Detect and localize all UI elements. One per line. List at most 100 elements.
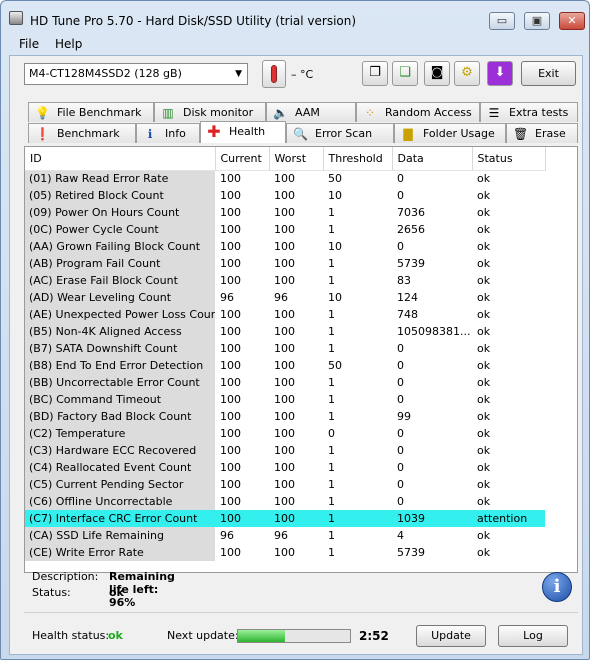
table-row[interactable]: (C5) Current Pending Sector 100 100 1 0 ok xyxy=(25,476,545,493)
table-row[interactable]: (B5) Non-4K Aligned Access 100 100 1 1050983… xyxy=(25,323,545,340)
table-row[interactable]: (CE) Write Error Rate 100 100 1 5739 ok xyxy=(25,544,545,561)
table-row[interactable]: (C6) Offline Uncorrectable 100 100 1 0 ok xyxy=(25,493,545,510)
app-icon xyxy=(9,11,23,25)
table-row[interactable]: (AD) Wear Leveling Count 96 96 10 124 ok xyxy=(25,289,545,306)
table-row[interactable]: (BB) Uncorrectable Error Count 100 100 1 0 ok xyxy=(25,374,545,391)
drive-select[interactable]: M4-CT128M4SSD2 (128 gB) ▼ xyxy=(24,63,248,85)
table-row[interactable]: (C3) Hardware ECC Recovered 100 100 1 0 ok xyxy=(25,442,545,459)
download-arrow-icon: ⬇ xyxy=(494,65,506,80)
cell-worst: 100 xyxy=(274,546,295,559)
options-button[interactable]: ⚙ xyxy=(454,61,480,86)
next-update-label: Next update: xyxy=(167,629,239,642)
copy-options-button[interactable]: ❏ xyxy=(392,61,418,86)
table-row[interactable]: (0C) Power Cycle Count 100 100 1 2656 ok xyxy=(25,221,545,238)
menu-help[interactable]: Help xyxy=(55,37,82,51)
cell-status: ok xyxy=(477,478,491,491)
bar-chart-icon: ▥ xyxy=(162,106,174,120)
column-header-id[interactable]: ID xyxy=(25,147,216,171)
menu-bar: File Help xyxy=(7,34,585,54)
temperature-readout: – °C xyxy=(291,68,314,81)
cell-current: 100 xyxy=(220,206,241,219)
column-header-status[interactable]: Status xyxy=(472,147,546,171)
menu-file[interactable]: File xyxy=(19,37,39,51)
log-button[interactable]: Log xyxy=(498,625,568,647)
minimize-button[interactable]: ▭ xyxy=(489,12,515,30)
cell-id: (BD) Factory Bad Block Count xyxy=(25,408,215,425)
cell-status: ok xyxy=(477,495,491,508)
tab-folder-usage[interactable]: ▇ Folder Usage xyxy=(394,123,506,143)
table-row[interactable]: (AC) Erase Fail Block Count 100 100 1 83 ok xyxy=(25,272,545,289)
cell-data: 99 xyxy=(397,410,411,423)
screenshot-button[interactable]: ◙ xyxy=(424,61,450,86)
cell-id: (01) Raw Read Error Rate xyxy=(25,170,215,187)
table-row[interactable]: (CA) SSD Life Remaining 96 96 1 4 ok xyxy=(25,527,545,544)
cell-current: 100 xyxy=(220,410,241,423)
exit-button[interactable]: Exit xyxy=(521,61,576,86)
tab-error-scan[interactable]: 🔍 Error Scan xyxy=(286,123,394,143)
cell-data: 5739 xyxy=(397,546,425,559)
table-row[interactable]: (01) Raw Read Error Rate 100 100 50 0 ok xyxy=(25,170,545,187)
cell-data: 0 xyxy=(397,189,404,202)
save-button[interactable]: ⬇ xyxy=(487,61,513,86)
trash-icon: 🗑 xyxy=(513,127,529,141)
cell-worst: 100 xyxy=(274,495,295,508)
update-button[interactable]: Update xyxy=(416,625,486,647)
cell-status: ok xyxy=(477,376,491,389)
cell-status: ok xyxy=(477,274,491,287)
column-header-threshold[interactable]: Threshold xyxy=(323,147,393,171)
table-row[interactable]: (BC) Command Timeout 100 100 1 0 ok xyxy=(25,391,545,408)
drive-select-value: M4-CT128M4SSD2 (128 gB) xyxy=(29,67,182,80)
table-row[interactable]: (09) Power On Hours Count 100 100 1 7036 ok xyxy=(25,204,545,221)
cell-data: 0 xyxy=(397,444,404,457)
status-label: Status: xyxy=(32,586,71,599)
cell-worst: 100 xyxy=(274,393,295,406)
column-header-data[interactable]: Data xyxy=(392,147,473,171)
cell-current: 100 xyxy=(220,478,241,491)
info-icon: i xyxy=(542,572,572,602)
cell-status: ok xyxy=(477,359,491,372)
tab-disk-monitor[interactable]: ▥ Disk monitor xyxy=(154,102,266,122)
red-cross-icon: ✚ xyxy=(207,122,221,141)
cell-current: 100 xyxy=(220,359,241,372)
cell-id: (C7) Interface CRC Error Count xyxy=(25,510,215,527)
table-row[interactable]: (05) Retired Block Count 100 100 10 0 ok xyxy=(25,187,545,204)
tab-file-benchmark[interactable]: 💡 File Benchmark xyxy=(28,102,154,122)
countdown: 2:52 xyxy=(359,629,389,643)
table-row[interactable]: (C4) Reallocated Event Count 100 100 1 0 ok xyxy=(25,459,545,476)
cell-current: 100 xyxy=(220,189,241,202)
tab-benchmark[interactable]: ❗ Benchmark xyxy=(28,123,136,143)
tab-aam[interactable]: 🔈 AAM xyxy=(266,102,356,122)
close-button[interactable]: ✕ xyxy=(559,12,585,30)
table-row[interactable]: (BD) Factory Bad Block Count 100 100 1 99 ok xyxy=(25,408,545,425)
column-header-current[interactable]: Current xyxy=(215,147,270,171)
cell-worst: 100 xyxy=(274,240,295,253)
table-row[interactable]: (AE) Unexpected Power Loss Count 100 100 1 7… xyxy=(25,306,545,323)
table-row[interactable]: (B8) End To End Error Detection 100 100 50 0… xyxy=(25,357,545,374)
cell-worst: 100 xyxy=(269,510,323,527)
cell-data: 0 xyxy=(397,427,404,440)
table-row[interactable]: (C2) Temperature 100 100 0 0 ok xyxy=(25,425,545,442)
cell-threshold: 1 xyxy=(328,444,335,457)
restore-button[interactable]: ▣ xyxy=(524,12,550,30)
cell-worst: 100 xyxy=(274,444,295,457)
copy-text-button[interactable]: ❐ xyxy=(362,61,388,86)
table-row[interactable]: (AB) Program Fail Count 100 100 1 5739 ok xyxy=(25,255,545,272)
tab-erase[interactable]: 🗑 Erase xyxy=(506,123,578,143)
cell-status: ok xyxy=(477,529,491,542)
tab-info[interactable]: ℹ Info xyxy=(136,123,200,143)
cell-threshold: 1 xyxy=(328,546,335,559)
tab-health[interactable]: ✚ Health xyxy=(200,121,286,143)
table-row[interactable]: (AA) Grown Failing Block Count 100 100 10 0 o… xyxy=(25,238,545,255)
cell-data: 0 xyxy=(397,359,404,372)
table-row[interactable]: (B7) SATA Downshift Count 100 100 1 0 ok xyxy=(25,340,545,357)
cell-threshold: 1 xyxy=(328,308,335,321)
cell-data: 0 xyxy=(397,376,404,389)
cell-id: (09) Power On Hours Count xyxy=(25,204,215,221)
cell-data: 2656 xyxy=(397,223,425,236)
cell-threshold: 50 xyxy=(328,359,342,372)
table-row[interactable]: (C7) Interface CRC Error Count 100 100 1 103… xyxy=(25,510,545,527)
cell-data: 124 xyxy=(397,291,418,304)
column-header-worst[interactable]: Worst xyxy=(269,147,324,171)
tab-random-access[interactable]: ⁘ Random Access xyxy=(356,102,480,122)
tab-extra-tests[interactable]: ☰ Extra tests xyxy=(480,102,578,122)
